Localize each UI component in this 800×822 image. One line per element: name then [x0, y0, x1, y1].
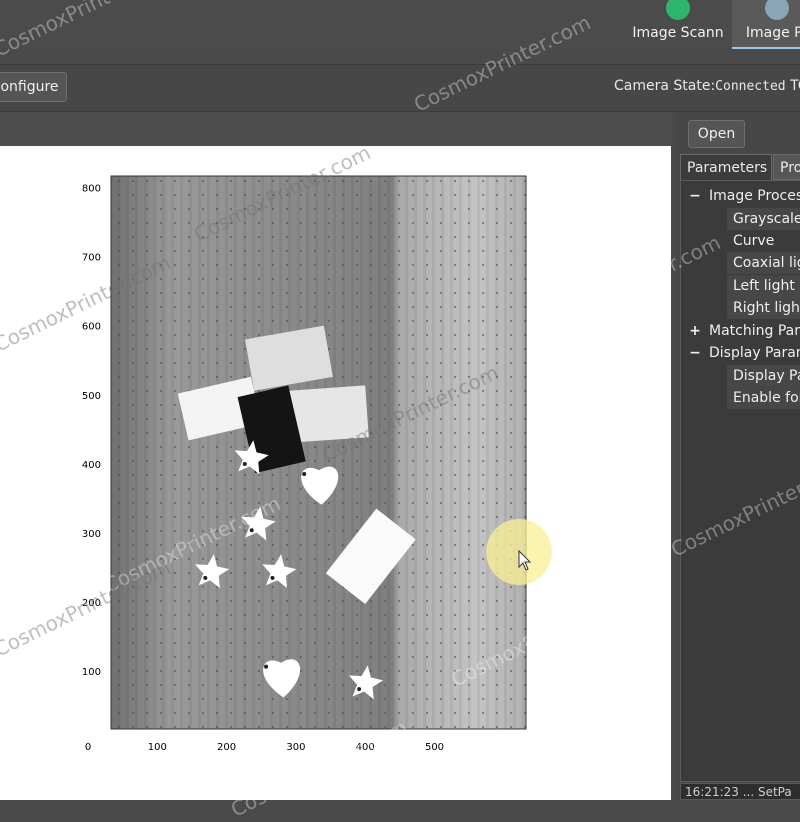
y-tick-label: 500: [82, 391, 101, 402]
x-tick-label: 400: [356, 742, 375, 753]
y-tick-label: 800: [82, 184, 101, 195]
x-tick-label: 0: [85, 742, 91, 753]
mouse-pointer-icon: [518, 549, 532, 571]
tree-item-right-light[interactable]: Right light: [727, 297, 800, 319]
shield-check-icon: [666, 0, 690, 20]
expand-icon[interactable]: +: [687, 320, 703, 342]
y-tick-label: 600: [82, 322, 101, 333]
tab-image-processing-label: Image Pr: [745, 25, 800, 41]
camera-state: Camera State:Connected TC: [614, 78, 800, 94]
tree-item-coaxial-light[interactable]: Coaxial lig: [727, 252, 800, 274]
tab-image-scan-label: Image Scann: [632, 25, 724, 41]
tree-group-label: Image Proces: [709, 188, 800, 204]
top-tab-bar: Image Scann Image Pr: [0, 0, 800, 49]
tree-item-display-param[interactable]: Display Pa: [727, 365, 800, 387]
tree-item-curve[interactable]: Curve: [727, 230, 800, 252]
open-button[interactable]: Open: [688, 120, 745, 148]
y-tick-label: 300: [82, 529, 101, 540]
x-tick-label: 200: [217, 742, 236, 753]
tab-parameters[interactable]: Parameters: [680, 154, 772, 180]
tree-group-display[interactable]: − Display Param: [687, 342, 800, 364]
y-axis-ticks: 100 200 300 400 500 600 700 800: [82, 184, 101, 678]
tree-group-image-processing[interactable]: − Image Proces: [687, 185, 800, 207]
x-tick-label: 300: [286, 742, 305, 753]
parameter-tabs: Parameters Pro: [680, 154, 800, 180]
collapse-icon[interactable]: −: [687, 185, 703, 207]
tab-pro[interactable]: Pro: [773, 154, 800, 180]
camera-state-label: Camera State:: [614, 78, 716, 94]
x-tick-label: 500: [425, 742, 444, 753]
y-tick-label: 200: [82, 598, 101, 609]
camera-state-value: Connected: [715, 79, 786, 94]
image-plot-area[interactable]: 0 100 200 300 400 500 100 200 300 400 500 600 700 80…: [0, 146, 671, 800]
image-plot: 0 100 200 300 400 500 100 200 300 400 500 600 700 80…: [82, 175, 527, 753]
cursor-highlight: [486, 519, 552, 585]
x-tick-label: 100: [148, 742, 167, 753]
y-tick-label: 700: [82, 253, 101, 264]
image-dot-grid: [111, 176, 526, 729]
tab-image-scan[interactable]: Image Scann: [626, 0, 730, 49]
gear-icon: [765, 0, 789, 20]
tree-group-matching[interactable]: + Matching Par: [687, 320, 800, 342]
log-output: 16:21:23 ... SetPa: [680, 783, 800, 800]
image-view-header: [0, 112, 671, 146]
collapse-icon[interactable]: −: [687, 342, 703, 364]
parameter-tree: − Image Proces Grayscale Curve Coaxial li…: [680, 180, 800, 782]
tree-item-enable-follow[interactable]: Enable fol: [727, 387, 800, 409]
tree-group-label: Matching Par: [709, 323, 800, 339]
x-axis-ticks: 0 100 200 300 400 500: [85, 742, 444, 753]
y-tick-label: 100: [82, 667, 101, 678]
y-tick-label: 400: [82, 460, 101, 471]
configure-button[interactable]: onfigure: [0, 72, 67, 102]
camera-state-suffix: TC: [790, 78, 800, 94]
tree-group-label: Display Param: [709, 345, 800, 361]
tab-image-processing[interactable]: Image Pr: [732, 0, 800, 49]
tree-item-left-light[interactable]: Left light s: [727, 275, 800, 297]
tree-item-grayscale[interactable]: Grayscale: [727, 208, 800, 230]
